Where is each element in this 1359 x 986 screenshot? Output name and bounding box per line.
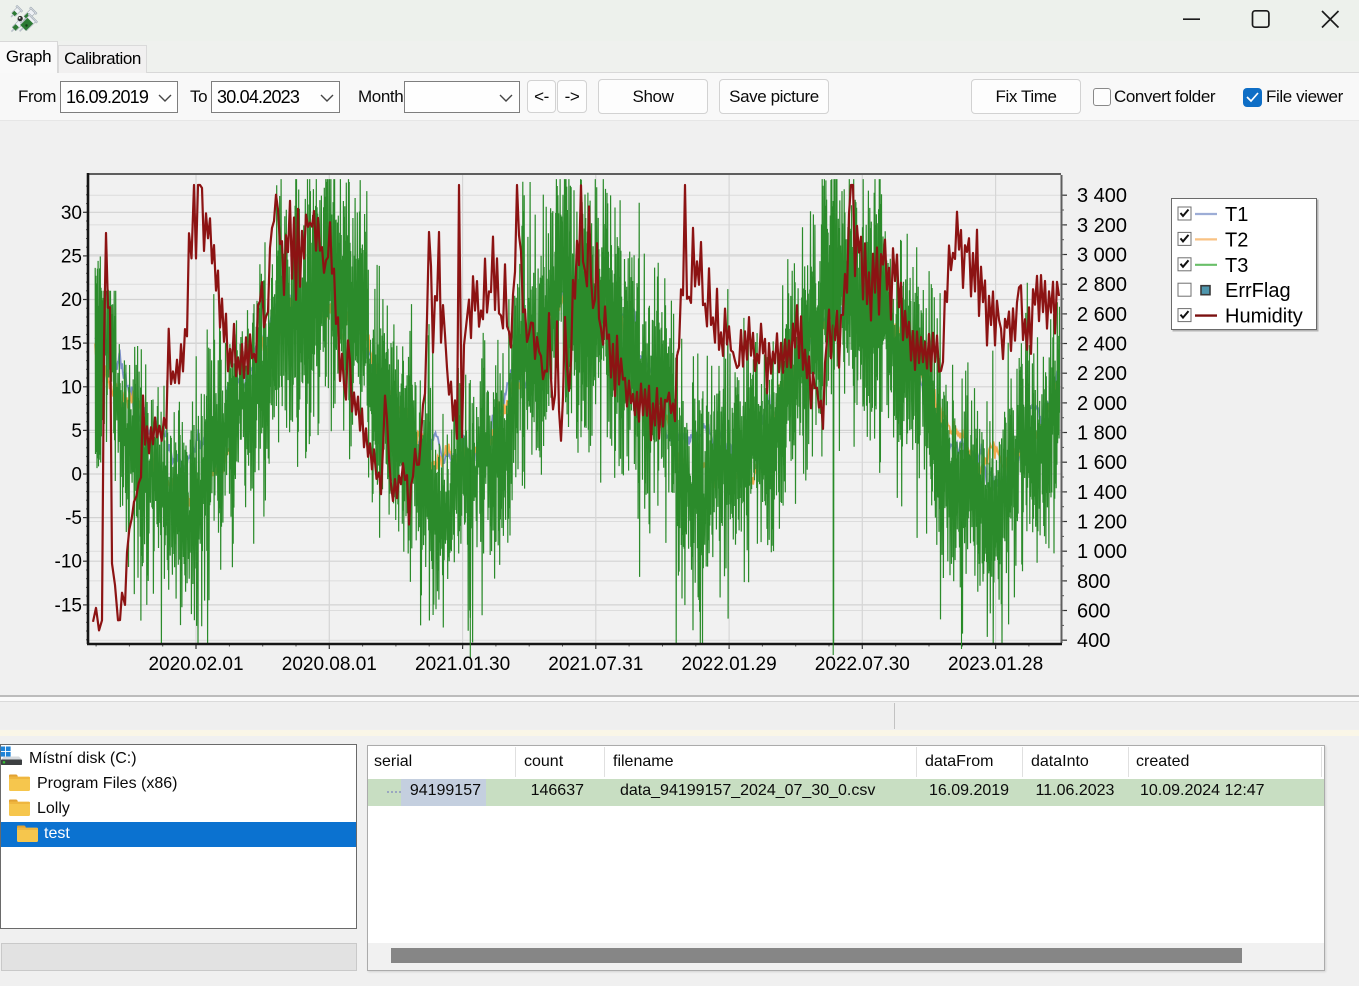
svg-text:2 600: 2 600 bbox=[1077, 304, 1127, 326]
svg-text:-5: -5 bbox=[65, 508, 82, 529]
svg-text:20: 20 bbox=[61, 290, 82, 311]
svg-text:-15: -15 bbox=[55, 595, 82, 616]
svg-text:0: 0 bbox=[71, 465, 82, 486]
svg-text:T2: T2 bbox=[1225, 229, 1248, 251]
svg-text:3 000: 3 000 bbox=[1077, 245, 1127, 267]
svg-text:2 400: 2 400 bbox=[1077, 334, 1127, 356]
svg-text:2020.02.01: 2020.02.01 bbox=[148, 654, 243, 675]
svg-text:10: 10 bbox=[61, 377, 82, 398]
svg-text:2022.07.30: 2022.07.30 bbox=[815, 654, 910, 675]
svg-text:5: 5 bbox=[71, 421, 82, 442]
svg-text:2 800: 2 800 bbox=[1077, 274, 1127, 296]
svg-text:1 200: 1 200 bbox=[1077, 512, 1127, 534]
svg-text:2021.01.30: 2021.01.30 bbox=[415, 654, 510, 675]
svg-text:1 400: 1 400 bbox=[1077, 482, 1127, 504]
svg-text:30: 30 bbox=[61, 203, 82, 224]
svg-text:2 200: 2 200 bbox=[1077, 363, 1127, 385]
svg-text:-10: -10 bbox=[55, 552, 82, 573]
svg-text:2021.07.31: 2021.07.31 bbox=[548, 654, 643, 675]
svg-text:2023.01.28: 2023.01.28 bbox=[948, 654, 1043, 675]
svg-text:600: 600 bbox=[1077, 601, 1110, 623]
svg-text:T3: T3 bbox=[1225, 255, 1248, 277]
svg-text:3 200: 3 200 bbox=[1077, 215, 1127, 237]
svg-text:2020.08.01: 2020.08.01 bbox=[282, 654, 377, 675]
svg-text:25: 25 bbox=[61, 246, 82, 267]
svg-text:2022.01.29: 2022.01.29 bbox=[682, 654, 777, 675]
svg-text:1 600: 1 600 bbox=[1077, 452, 1127, 474]
svg-text:2 000: 2 000 bbox=[1077, 393, 1127, 415]
svg-text:1 000: 1 000 bbox=[1077, 541, 1127, 563]
svg-text:T1: T1 bbox=[1225, 204, 1248, 226]
svg-text:3 400: 3 400 bbox=[1077, 185, 1127, 207]
svg-text:1 800: 1 800 bbox=[1077, 423, 1127, 445]
svg-text:800: 800 bbox=[1077, 571, 1110, 593]
svg-text:ErrFlag: ErrFlag bbox=[1225, 280, 1291, 302]
svg-text:Humidity: Humidity bbox=[1225, 306, 1303, 328]
svg-text:400: 400 bbox=[1077, 630, 1110, 652]
svg-text:15: 15 bbox=[61, 334, 82, 355]
